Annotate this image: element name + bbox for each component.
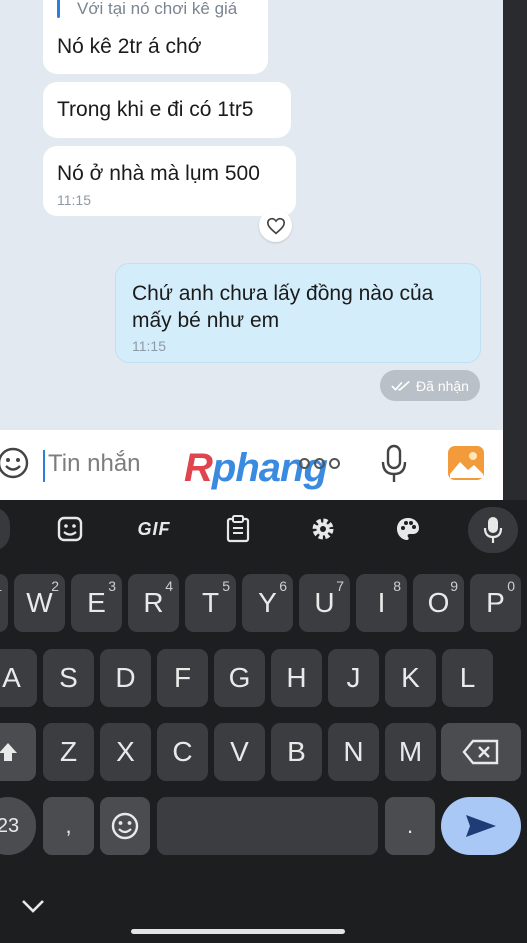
period-key[interactable]: . (385, 797, 435, 855)
incoming-message[interactable]: Nó ở nhà mà lụm 500 11:15 (43, 146, 296, 216)
key-l[interactable]: L (442, 649, 493, 707)
double-check-icon (391, 380, 410, 391)
key-j[interactable]: J (328, 649, 379, 707)
voice-input-button[interactable] (468, 507, 518, 553)
send-key[interactable] (441, 797, 521, 855)
key-n[interactable]: N (328, 723, 379, 781)
key-w[interactable]: W2 (14, 574, 65, 632)
key-a[interactable]: A (0, 649, 37, 707)
home-indicator[interactable] (131, 929, 345, 934)
keyboard-menu-button[interactable] (0, 507, 10, 551)
react-button[interactable] (259, 209, 292, 242)
backspace-icon (462, 739, 499, 765)
key-r[interactable]: R4 (128, 574, 179, 632)
key-b[interactable]: B (271, 723, 322, 781)
incoming-message[interactable]: Trong khi e đi có 1tr5 (43, 82, 291, 138)
key-z[interactable]: Z (43, 723, 94, 781)
message-input[interactable] (48, 448, 178, 480)
key-h[interactable]: H (271, 649, 322, 707)
key-x[interactable]: X (100, 723, 151, 781)
chevron-down-icon[interactable] (20, 896, 46, 916)
key-e[interactable]: E3 (71, 574, 122, 632)
message-text: Chứ anh chưa lấy đồng nào của mấy bé như… (132, 282, 434, 332)
sticker-icon[interactable] (0, 446, 30, 480)
settings-icon (312, 518, 334, 540)
screen: Với tại nó chơi kê giá Nó kê 2tr á chớ T… (0, 0, 527, 943)
text-cursor (43, 450, 45, 482)
key-p[interactable]: P0 (470, 574, 521, 632)
emoji-key[interactable] (100, 797, 150, 855)
shift-key[interactable] (0, 723, 36, 781)
microphone-icon[interactable] (380, 444, 408, 484)
key-d[interactable]: D (100, 649, 151, 707)
more-icon[interactable] (299, 458, 341, 472)
quote-bar (57, 0, 60, 18)
image-icon[interactable] (446, 444, 486, 482)
key-k[interactable]: K (385, 649, 436, 707)
clipboard-button[interactable] (220, 500, 256, 558)
key-f[interactable]: F (157, 649, 208, 707)
message-time: 11:15 (132, 338, 166, 354)
send-icon (466, 815, 496, 837)
sticker-icon (57, 516, 83, 542)
message-text: Nó ở nhà mà lụm 500 (57, 162, 260, 185)
space-key[interactable] (157, 797, 378, 855)
message-time: 11:15 (57, 192, 91, 208)
shift-icon (0, 743, 17, 761)
keyboard: GIF W 2 E 3 R 4 T 5 Y 6 U 7 I 8 O 9 P 0 … (0, 500, 527, 943)
theme-button[interactable] (390, 500, 426, 558)
settings-button[interactable] (305, 500, 341, 558)
heart-outline-icon (266, 217, 285, 234)
emoji-icon (111, 812, 139, 840)
key-v[interactable]: V (214, 723, 265, 781)
palette-icon (397, 518, 419, 540)
keyboard-sticker-button[interactable] (50, 500, 90, 558)
key-y[interactable]: Y6 (242, 574, 293, 632)
delivery-status-badge: Đã nhận (380, 370, 480, 401)
key-o[interactable]: O9 (413, 574, 464, 632)
message-composer: Rphang (0, 430, 503, 500)
outgoing-message[interactable]: Chứ anh chưa lấy đồng nào của mấy bé như… (115, 263, 481, 363)
incoming-message[interactable]: Với tại nó chơi kê giá Nó kê 2tr á chớ (43, 0, 268, 74)
message-text: Nó kê 2tr á chớ (57, 35, 202, 58)
window-edge (503, 0, 527, 500)
backspace-key[interactable] (441, 723, 521, 781)
key-g[interactable]: G (214, 649, 265, 707)
key-c[interactable]: C (157, 723, 208, 781)
message-text: Trong khi e đi có 1tr5 (57, 98, 254, 121)
gif-button[interactable]: GIF (130, 500, 178, 558)
key-s[interactable]: S (43, 649, 94, 707)
chat-area[interactable]: Với tại nó chơi kê giá Nó kê 2tr á chớ T… (0, 0, 503, 430)
numbers-key[interactable]: 23 (0, 797, 36, 855)
comma-key[interactable]: , (43, 797, 94, 855)
key-q[interactable]: 1 (0, 574, 8, 632)
key-m[interactable]: M (385, 723, 436, 781)
clipboard-icon (226, 515, 250, 543)
quoted-text: Với tại nó chơi kê giá (77, 0, 238, 18)
microphone-icon (483, 517, 503, 543)
key-i[interactable]: I8 (356, 574, 407, 632)
key-t[interactable]: T5 (185, 574, 236, 632)
status-text: Đã nhận (416, 377, 469, 394)
key-u[interactable]: U7 (299, 574, 350, 632)
